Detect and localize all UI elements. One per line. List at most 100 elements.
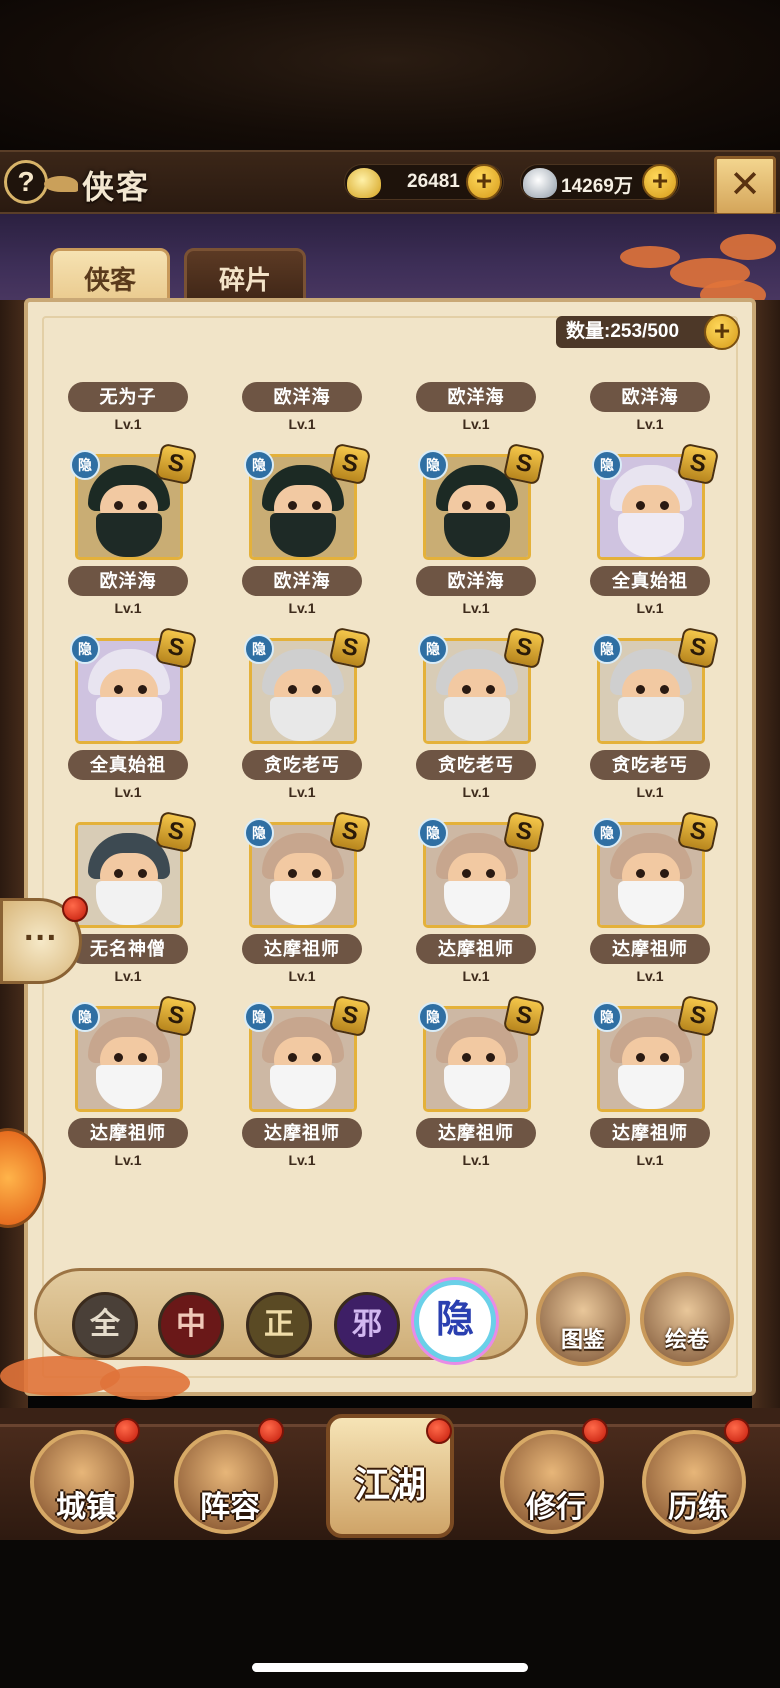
atlas-label: 图鉴 — [560, 1327, 605, 1352]
rank-s-badge: S — [154, 442, 198, 486]
hero-name: 达摩祖师 — [68, 1118, 188, 1148]
hero-name: 全真始祖 — [68, 750, 188, 780]
hidden-faction-badge: 隐 — [418, 1002, 448, 1032]
add-gold-button[interactable]: + — [466, 164, 502, 200]
hero-card[interactable]: 隐 S 达摩祖师 Lv.1 — [562, 994, 736, 1190]
hero-card[interactable]: 隐 S 欧洋海 Lv.1 — [388, 442, 562, 638]
hero-eye — [462, 685, 471, 694]
hero-level: Lv.1 — [636, 600, 664, 616]
atlas-button[interactable]: 图鉴 — [536, 1272, 630, 1366]
hero-eye — [138, 869, 147, 878]
nav-town[interactable]: 城镇 — [30, 1430, 134, 1534]
filter-hidden[interactable]: 隐 — [414, 1280, 496, 1362]
picture-scroll-button[interactable]: 绘卷 — [640, 1272, 734, 1366]
hero-eye — [636, 501, 645, 510]
gold-ingot-icon — [347, 168, 381, 198]
hero-eye — [486, 869, 495, 878]
hero-name: 欧洋海 — [242, 382, 362, 412]
hero-card[interactable]: 隐 S 全真始祖 Lv.1 — [40, 626, 214, 822]
hero-card[interactable]: 隐 S 贪吃老丐 Lv.1 — [562, 626, 736, 822]
hero-name: 贪吃老丐 — [416, 750, 536, 780]
hero-card[interactable]: 隐 S 达摩祖师 Lv.1 — [388, 994, 562, 1190]
nav-lineup[interactable]: 阵容 — [174, 1430, 278, 1534]
nav-lineup-notification-dot — [258, 1418, 284, 1444]
hero-name: 达摩祖师 — [590, 1118, 710, 1148]
rank-s-badge: S — [502, 626, 546, 670]
hero-card[interactable]: 隐 S 达摩祖师 Lv.1 — [562, 810, 736, 1006]
home-indicator[interactable] — [252, 1663, 528, 1672]
close-button[interactable]: ✕ — [714, 156, 776, 216]
title-wing-decoration — [44, 176, 78, 192]
nav-trial[interactable]: 历练 — [642, 1430, 746, 1534]
maple-leaves-decoration — [720, 234, 776, 260]
hero-grid[interactable]: 无为子 Lv.1 欧洋海 Lv.1 欧洋海 Lv.1 欧洋海 Lv.1 隐 S 欧洋海 Lv.1 隐 S 欧… — [40, 376, 740, 1228]
hidden-faction-badge: 隐 — [70, 634, 100, 664]
hero-name: 达摩祖师 — [590, 934, 710, 964]
hero-card[interactable]: 隐 S 达摩祖师 Lv.1 — [214, 810, 388, 1006]
nav-cultivate[interactable]: 修行 — [500, 1430, 604, 1534]
hero-card[interactable]: 隐 S 全真始祖 Lv.1 — [562, 442, 736, 638]
right-frame-decoration — [752, 300, 780, 1410]
hero-card[interactable]: 隐 S 达摩祖师 Lv.1 — [40, 994, 214, 1190]
nav-cultivate-label: 修行 — [526, 1491, 586, 1524]
filter-all[interactable]: 全 — [72, 1292, 138, 1358]
hero-eye — [486, 1053, 495, 1062]
add-silver-button[interactable]: + — [642, 164, 678, 200]
hero-level: Lv.1 — [114, 416, 142, 432]
hero-eye — [486, 685, 495, 694]
hero-level: Lv.1 — [462, 600, 490, 616]
hero-eye — [114, 685, 123, 694]
hero-eye — [312, 1053, 321, 1062]
hero-name: 欧洋海 — [68, 566, 188, 596]
hidden-faction-badge: 隐 — [592, 450, 622, 480]
hero-card[interactable]: 欧洋海 Lv.1 — [214, 376, 388, 454]
hero-eye — [486, 501, 495, 510]
nav-lineup-label: 阵容 — [200, 1491, 260, 1524]
hero-name: 无为子 — [68, 382, 188, 412]
filter-righteous[interactable]: 正 — [246, 1292, 312, 1358]
hero-card[interactable]: 隐 S 欧洋海 Lv.1 — [40, 442, 214, 638]
gold-amount: 26481 — [407, 171, 460, 192]
hero-card[interactable]: 隐 S 达摩祖师 Lv.1 — [388, 810, 562, 1006]
hero-level: Lv.1 — [462, 1152, 490, 1168]
rank-s-badge: S — [328, 442, 372, 486]
hero-level: Lv.1 — [636, 416, 664, 432]
hero-eye — [660, 1053, 669, 1062]
hidden-faction-badge: 隐 — [418, 450, 448, 480]
maple-leaves-decoration — [620, 246, 680, 268]
hero-level: Lv.1 — [114, 600, 142, 616]
nav-trial-label: 历练 — [668, 1491, 728, 1524]
hero-card[interactable]: 隐 S 达摩祖师 Lv.1 — [214, 994, 388, 1190]
hero-eye — [312, 869, 321, 878]
hero-level: Lv.1 — [636, 968, 664, 984]
filter-middle[interactable]: 中 — [158, 1292, 224, 1358]
hero-eye — [636, 1053, 645, 1062]
hero-eye — [288, 1053, 297, 1062]
hero-name: 欧洋海 — [242, 566, 362, 596]
hero-card[interactable]: 欧洋海 Lv.1 — [562, 376, 736, 454]
hero-level: Lv.1 — [462, 416, 490, 432]
hero-eye — [636, 869, 645, 878]
expand-capacity-button[interactable]: + — [704, 314, 740, 350]
hero-level: Lv.1 — [636, 1152, 664, 1168]
hero-name: 欧洋海 — [416, 382, 536, 412]
silver-ingot-icon — [523, 168, 557, 198]
hero-card[interactable]: 隐 S 贪吃老丐 Lv.1 — [388, 626, 562, 822]
hero-card[interactable]: 隐 S 欧洋海 Lv.1 — [214, 442, 388, 638]
hero-count: 数量:253/500 — [556, 316, 722, 348]
filter-evil[interactable]: 邪 — [334, 1292, 400, 1358]
hero-eye — [462, 869, 471, 878]
top-bar: ? 侠客 26481 + 14269万 + ✕ — [0, 150, 780, 216]
nav-jianghu-notification-dot — [426, 1418, 452, 1444]
hero-card[interactable]: 欧洋海 Lv.1 — [388, 376, 562, 454]
hero-card[interactable]: 隐 S 贪吃老丐 Lv.1 — [214, 626, 388, 822]
hero-eye — [288, 869, 297, 878]
rank-s-badge: S — [154, 626, 198, 670]
help-button[interactable]: ? — [4, 160, 48, 204]
silver-amount: 14269万 — [561, 176, 633, 197]
hero-level: Lv.1 — [114, 784, 142, 800]
hero-card[interactable]: 无为子 Lv.1 — [40, 376, 214, 454]
hero-level: Lv.1 — [462, 784, 490, 800]
maple-leaves-decoration — [100, 1366, 190, 1400]
hero-level: Lv.1 — [114, 968, 142, 984]
